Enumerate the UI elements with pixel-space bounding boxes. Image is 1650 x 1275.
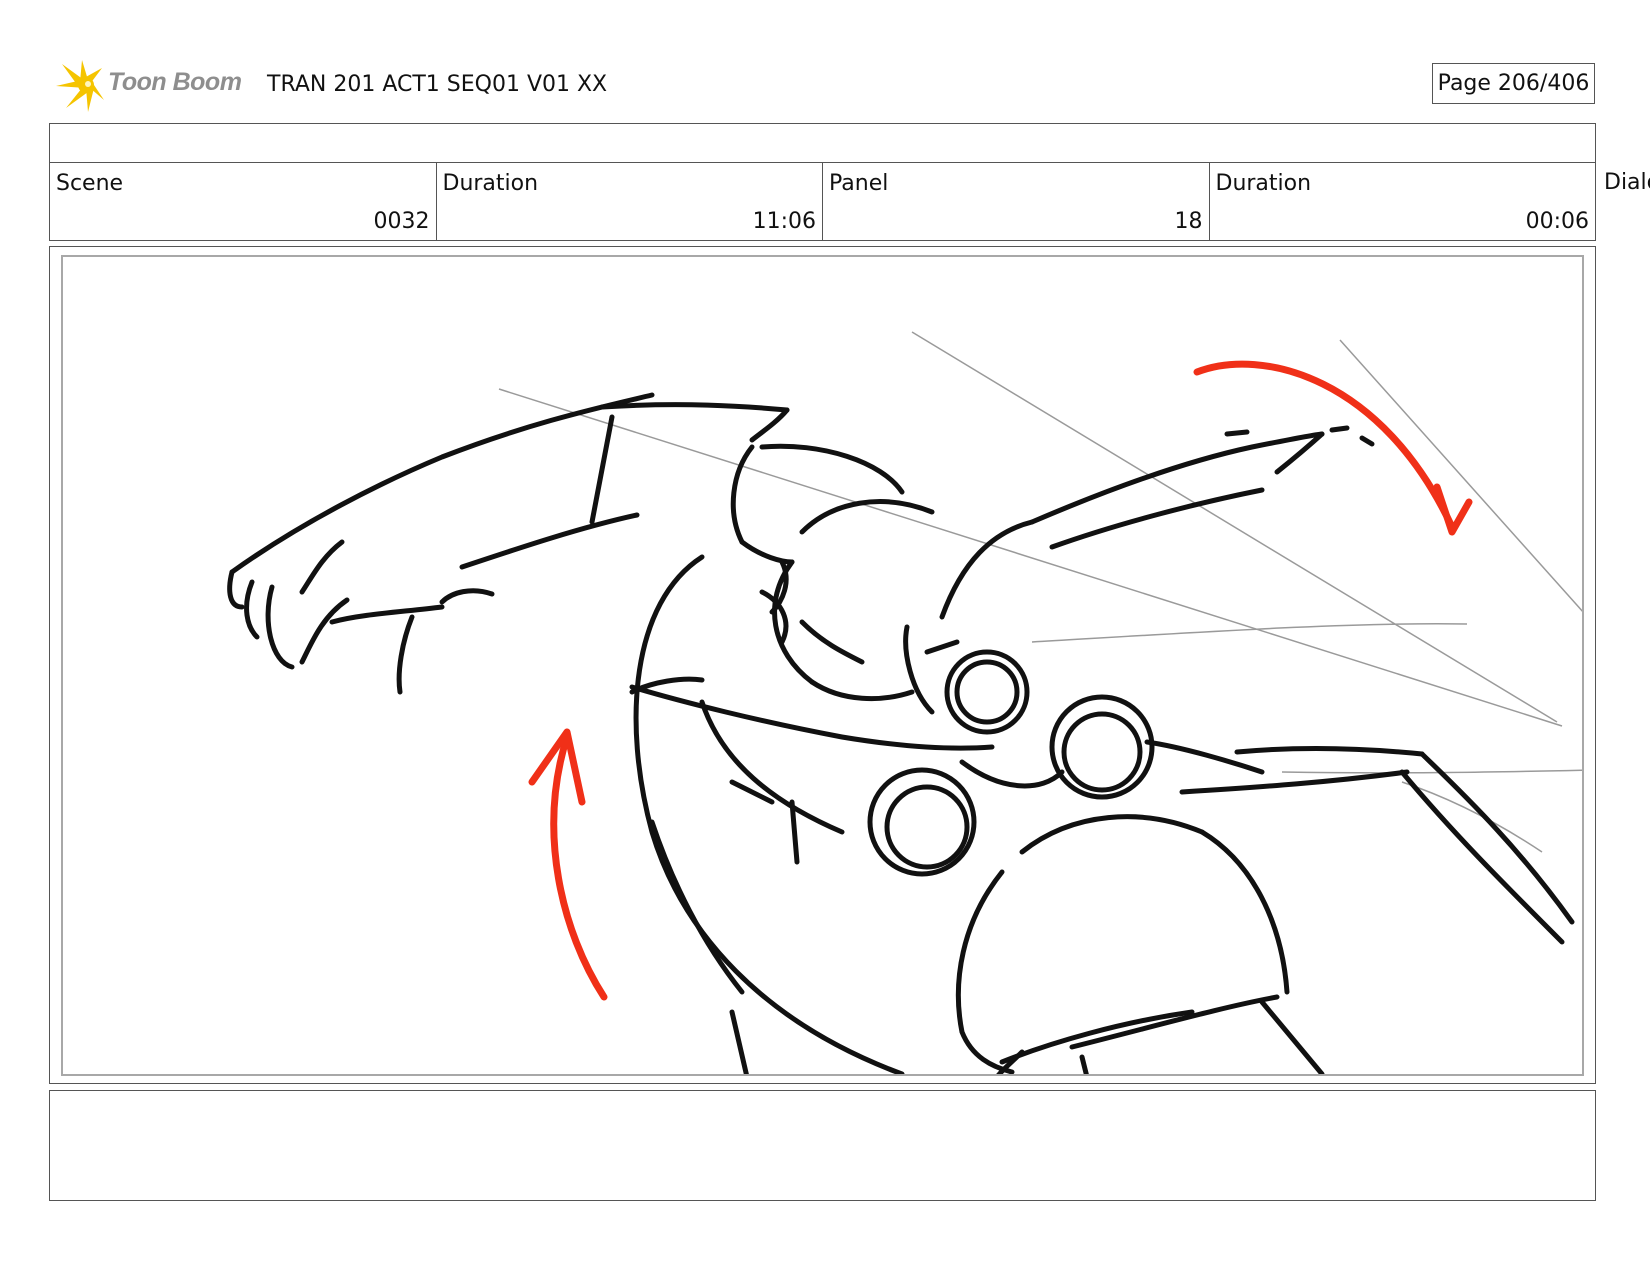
- speed-lines: [498, 331, 1582, 853]
- scene-cell: Scene 0032: [50, 163, 437, 240]
- scene-duration-cell: Duration 11:06: [437, 163, 823, 240]
- panel-duration-value: 00:06: [1525, 209, 1589, 234]
- panel-label: Panel: [829, 171, 889, 196]
- document-title: TRAN 201 ACT1 SEQ01 V01 XX: [267, 72, 608, 97]
- panel-cell: Panel 18: [823, 163, 1210, 240]
- header-empty-row: [49, 123, 1596, 163]
- sketch-drawing: [227, 331, 1582, 1074]
- logo-wordmark: Toon Boom: [108, 68, 242, 96]
- dialog-label: Dialo: [1604, 170, 1650, 195]
- scene-label: Scene: [56, 171, 124, 196]
- panel-duration-cell: Duration 00:06: [1210, 163, 1596, 240]
- scene-value: 0032: [373, 209, 430, 234]
- panel-duration-label: Duration: [1215, 171, 1312, 196]
- character-sketch: [227, 392, 1575, 1074]
- panel-info-row: Scene 0032 Duration 11:06 Panel 18 Durat…: [49, 162, 1596, 241]
- storyboard-panel: [61, 255, 1584, 1076]
- notes-box: [49, 1090, 1596, 1201]
- scene-duration-value: 11:06: [752, 209, 816, 234]
- panel-value: 18: [1174, 209, 1203, 234]
- page-indicator: Page 206/406: [1432, 63, 1595, 104]
- scene-duration-label: Duration: [442, 171, 539, 196]
- starburst-logo-icon: [56, 60, 104, 112]
